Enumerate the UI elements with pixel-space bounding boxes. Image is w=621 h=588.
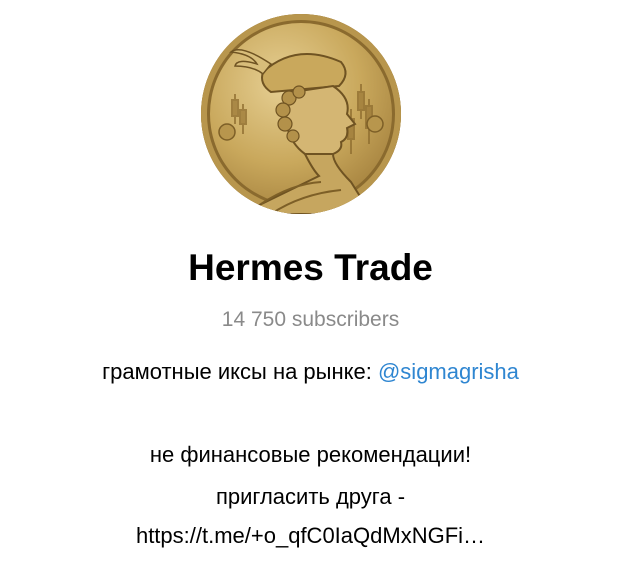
mention-link[interactable]: @sigmagrisha [378, 359, 519, 384]
invite-link[interactable]: https://t.me/+o_qfC0IaQdMxNGFi… [0, 521, 621, 551]
subscriber-count: 14 750 subscribers [221, 308, 400, 331]
description-text: грамотные иксы на рынке: [102, 359, 378, 384]
description-line-3: пригласить друга - [215, 484, 406, 509]
description-line-2: не финансовые рекомендации! [149, 442, 472, 467]
channel-avatar[interactable] [201, 14, 401, 214]
invite-link-text[interactable]: https://t.me/+o_qfC0IaQdMxNGFi… [136, 523, 485, 548]
hermes-coin-icon [218, 49, 384, 214]
channel-info-card: Hermes Trade 14 750 subscribers грамотны… [0, 0, 621, 588]
channel-title: Hermes Trade [188, 247, 433, 288]
description-line-1: грамотные иксы на рынке: @sigmagrisha [0, 357, 621, 387]
